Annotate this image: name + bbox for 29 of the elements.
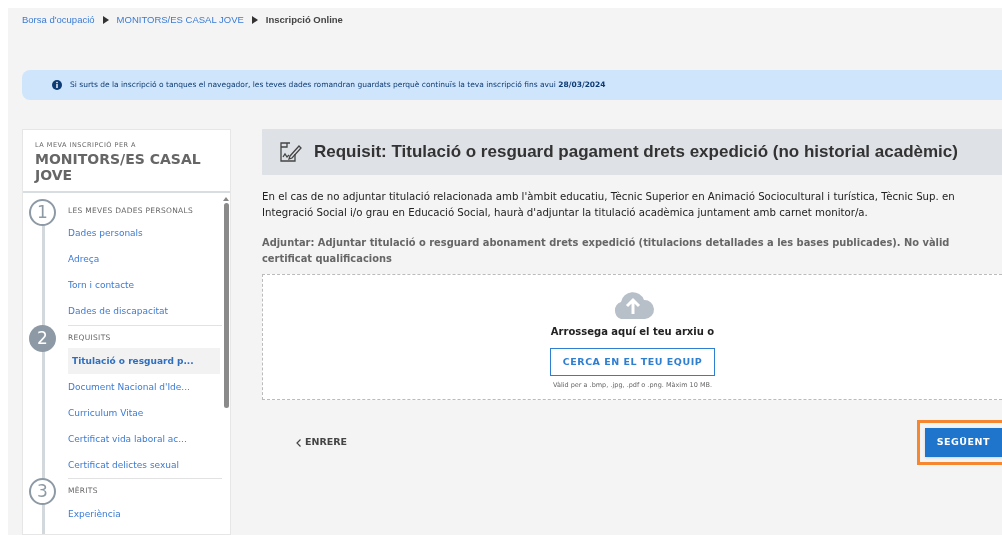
sidebar-item[interactable]: Experiència — [68, 501, 220, 528]
next-button[interactable]: SEGÜENT — [924, 428, 1002, 457]
sidebar-item[interactable]: Curriculum Vitae — [68, 400, 220, 427]
info-icon — [52, 80, 62, 90]
breadcrumb-link[interactable]: MONITORS/ES CASAL JOVE — [116, 12, 244, 28]
description-text: En el cas de no adjuntar titulació relacionada amb l'àmbit educatiu, Tècnic Superior en Animació Sociocultural i turística, Tècnic Sup. en Integració Social i/o grau en Educació Social, haurà d'adjuntar la titulació acadèmica juntament amb carnet monitor/a. — [262, 190, 956, 220]
chevron-right-icon — [102, 16, 109, 24]
sidebar-item[interactable]: Certificat delictes sexual — [68, 452, 220, 479]
attach-note: Adjuntar: Adjuntar titulació o resguard abonament drets expedició (titulacions detallades a les bases publicades). No vàlid certificat qualificacions — [262, 236, 951, 266]
browse-button[interactable]: CERCA EN EL TEU EQUIP — [549, 348, 716, 376]
chevron-left-icon — [296, 438, 301, 447]
sidebar-item[interactable]: Dades personals — [68, 221, 220, 247]
sidebar-item[interactable]: Titulació o resguard p... — [68, 348, 220, 375]
sidebar-item[interactable]: Adreça — [68, 247, 220, 273]
breadcrumb-link[interactable]: Borsa d'ocupació — [22, 12, 95, 28]
back-button[interactable]: ENRERE — [296, 435, 348, 450]
sidebar-item[interactable]: Certificat vida laboral ac... — [68, 426, 220, 453]
step-number: 2 — [29, 325, 56, 352]
section-title: Requisit: Titulació o resguard pagament drets expedició (no historial acadèmic) — [314, 141, 958, 164]
step-number: 1 — [29, 198, 56, 226]
sidebar-title: MONITORS/ES CASAL JOVE — [35, 150, 202, 183]
chevron-right-icon — [251, 16, 258, 24]
sidebar-item[interactable]: Torn i contacte — [68, 273, 220, 299]
sidebar-item[interactable]: Dades de discapacitat — [68, 299, 220, 325]
current-page-label: Inscripció Online — [265, 12, 343, 27]
sidebar-item[interactable]: Document Nacional d'Ide... — [68, 374, 220, 401]
document-pen-icon — [278, 141, 302, 163]
dropzone-prompt: Arrossega aquí el teu arxiu o — [550, 325, 715, 339]
step-number: 3 — [29, 478, 56, 506]
